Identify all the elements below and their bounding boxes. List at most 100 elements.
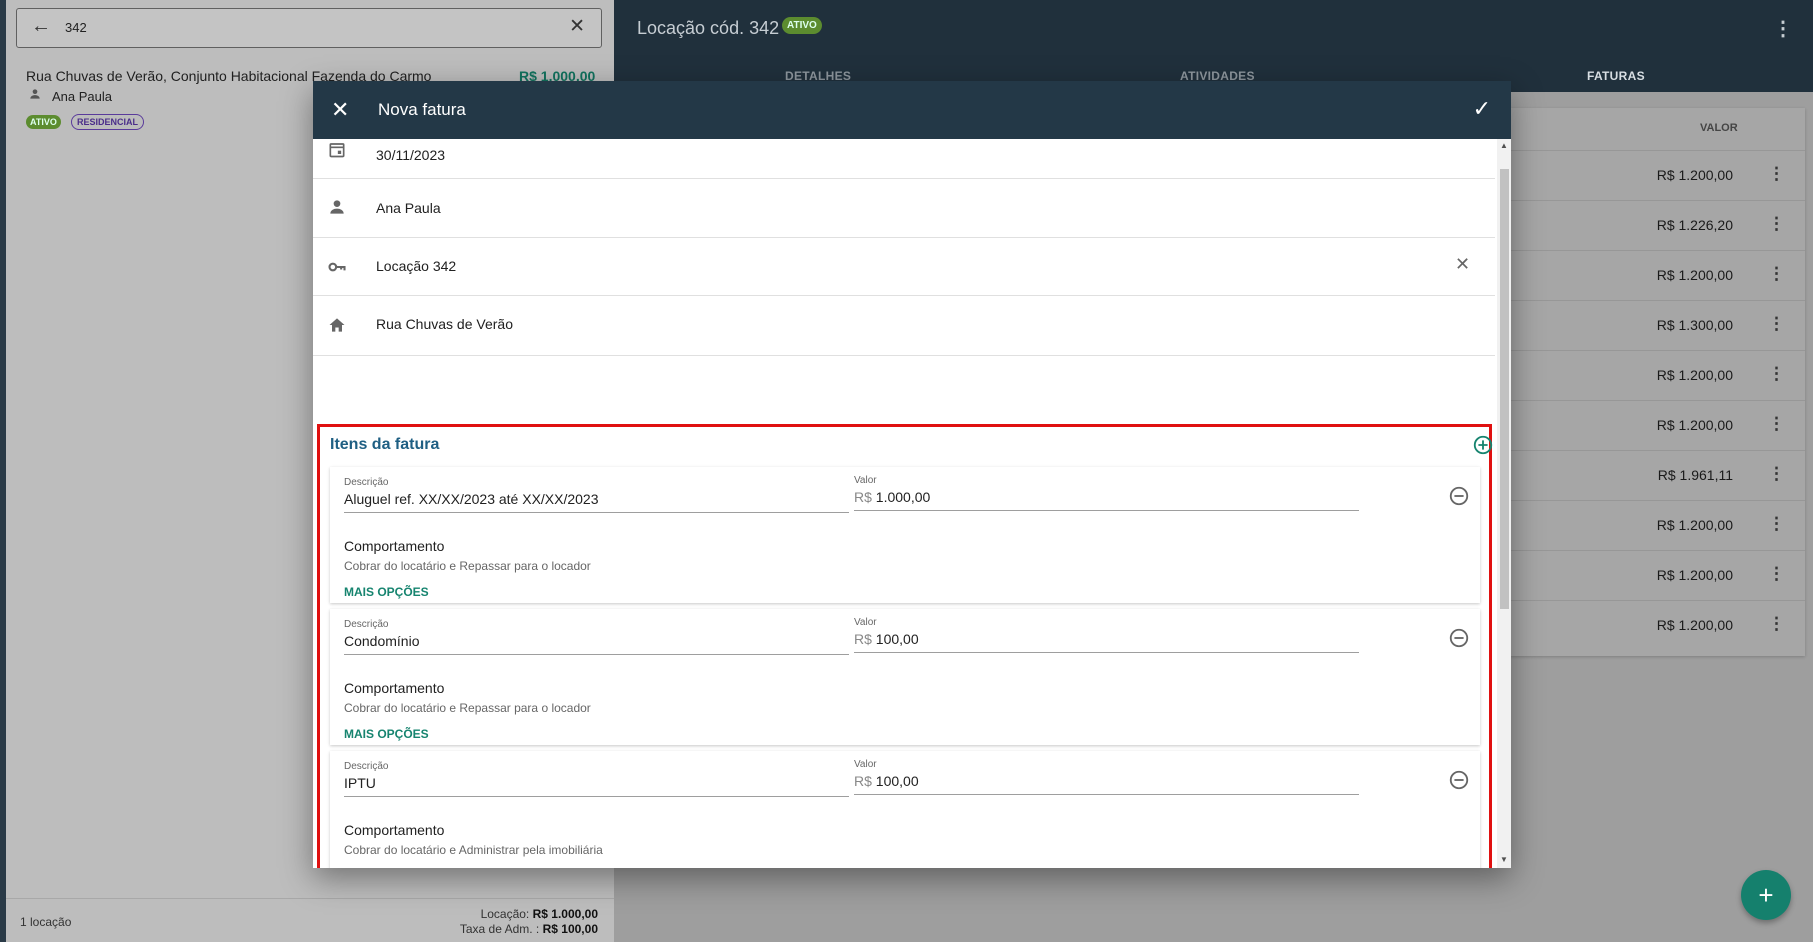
currency-prefix: R$ xyxy=(854,631,872,647)
date-value: 30/11/2023 xyxy=(376,147,446,163)
more-vert-icon[interactable]: ⋮ xyxy=(1768,264,1785,284)
remove-circle-icon[interactable] xyxy=(1448,485,1470,507)
valor-value: 100,00 xyxy=(875,631,919,647)
behavior-value: Cobrar do locatário e Repassar para o lo… xyxy=(344,559,591,573)
row-value: R$ 1.226,20 xyxy=(1656,217,1733,233)
check-icon[interactable]: ✓ xyxy=(1473,96,1491,122)
date-field[interactable]: 30/11/2023 xyxy=(313,139,1495,179)
invoice-item-card: Descrição IPTU Valor R$ 100,00 Comportam… xyxy=(330,751,1480,868)
calendar-icon xyxy=(329,143,345,158)
search-input[interactable]: 342 xyxy=(65,20,87,35)
locacao-label: Locação: xyxy=(480,907,530,921)
table-row[interactable]: R$ 1.200,00 ⋮ xyxy=(1510,350,1805,400)
dialog-scrollbar[interactable]: ▲ ▼ xyxy=(1497,139,1511,868)
more-options-button[interactable]: MAIS OPÇÕES xyxy=(344,585,429,599)
search-box[interactable]: ← 342 ✕ xyxy=(16,8,602,48)
home-icon xyxy=(329,318,345,332)
add-invoice-button[interactable]: + xyxy=(1741,870,1791,920)
description-label: Descrição xyxy=(344,761,389,772)
taxa-summary: Taxa de Adm. : R$ 100,00 xyxy=(460,922,598,936)
type-badge: RESIDENCIAL xyxy=(71,114,145,130)
close-icon[interactable]: ✕ xyxy=(331,97,349,123)
table-row[interactable]: R$ 1.200,00 ⋮ xyxy=(1510,500,1805,550)
contract-field[interactable]: Locação 342 ✕ xyxy=(313,238,1495,296)
more-vert-icon[interactable]: ⋮ xyxy=(1768,164,1785,184)
valor-label: Valor xyxy=(854,475,877,486)
valor-label: Valor xyxy=(854,617,877,628)
row-value: R$ 1.300,00 xyxy=(1656,317,1733,333)
description-label: Descrição xyxy=(344,619,389,630)
more-vert-icon[interactable]: ⋮ xyxy=(1768,364,1785,384)
column-header-valor: VALOR xyxy=(1700,122,1738,134)
table-row[interactable]: R$ 1.300,00 ⋮ xyxy=(1510,300,1805,350)
scroll-up-icon[interactable]: ▲ xyxy=(1500,141,1508,150)
more-vert-icon[interactable]: ⋮ xyxy=(1768,214,1785,234)
more-vert-icon[interactable]: ⋮ xyxy=(1768,514,1785,534)
table-row[interactable]: R$ 1.200,00 ⋮ xyxy=(1510,550,1805,600)
property-value: Rua Chuvas de Verão xyxy=(376,316,513,332)
row-value: R$ 1.200,00 xyxy=(1656,267,1733,283)
items-title: Itens da fatura xyxy=(330,436,440,453)
add-circle-icon[interactable] xyxy=(1472,434,1494,456)
row-value: R$ 1.200,00 xyxy=(1656,367,1733,383)
description-input[interactable]: Condomínio xyxy=(344,633,849,655)
invoices-table: VALOR R$ 1.200,00 ⋮ R$ 1.226,20 ⋮ R$ 1.200… xyxy=(1510,108,1805,656)
scroll-down-icon[interactable]: ▼ xyxy=(1500,855,1508,864)
more-vert-icon[interactable]: ⋮ xyxy=(1768,564,1785,584)
valor-input[interactable]: R$ 100,00 xyxy=(854,773,1359,795)
result-person: Ana Paula xyxy=(52,89,112,104)
table-row[interactable]: R$ 1.226,20 ⋮ xyxy=(1510,200,1805,250)
more-vert-icon[interactable]: ⋮ xyxy=(1768,414,1785,434)
list-footer: 1 locação Locação: R$ 1.000,00 Taxa de A… xyxy=(6,898,614,942)
taxa-value: R$ 100,00 xyxy=(542,922,598,936)
description-label: Descrição xyxy=(344,477,389,488)
detail-title: Locação cód. 342 xyxy=(637,18,780,38)
valor-value: 1.000,00 xyxy=(875,489,931,505)
add-icon: + xyxy=(1758,880,1774,910)
more-vert-icon[interactable]: ⋮ xyxy=(1773,16,1793,41)
table-row[interactable]: R$ 1.200,00 ⋮ xyxy=(1510,250,1805,300)
dialog-body: 30/11/2023 Ana Paula Locação 342 ✕ Rua C… xyxy=(313,139,1495,868)
row-value: R$ 1.200,00 xyxy=(1656,617,1733,633)
row-value: R$ 1.200,00 xyxy=(1656,417,1733,433)
invoice-items-section: Itens da fatura Descrição Aluguel ref. X… xyxy=(317,424,1494,868)
row-value: R$ 1.200,00 xyxy=(1656,567,1733,583)
remove-circle-icon[interactable] xyxy=(1448,627,1470,649)
close-icon[interactable]: ✕ xyxy=(1455,254,1470,275)
table-row[interactable]: R$ 1.200,00 ⋮ xyxy=(1510,600,1805,650)
tab-faturas[interactable]: FATURAS xyxy=(1587,69,1645,83)
detail-header: Locação cód. 342 ATIVO ⋮ DETALHES ATIVID… xyxy=(614,0,1813,92)
property-field[interactable]: Rua Chuvas de Verão xyxy=(313,296,1495,356)
invoice-item-card: Descrição Condomínio Valor R$ 100,00 Com… xyxy=(330,609,1480,745)
locacao-value: R$ 1.000,00 xyxy=(532,907,598,921)
dialog-title: Nova fatura xyxy=(378,100,466,119)
result-count: 1 locação xyxy=(20,915,72,929)
row-value: R$ 1.200,00 xyxy=(1656,517,1733,533)
more-vert-icon[interactable]: ⋮ xyxy=(1768,464,1785,484)
behavior-value: Cobrar do locatário e Administrar pela i… xyxy=(344,843,603,857)
status-badge: ATIVO xyxy=(26,115,61,129)
currency-prefix: R$ xyxy=(854,489,872,505)
scrollbar-thumb[interactable] xyxy=(1500,169,1509,609)
valor-value: 100,00 xyxy=(875,773,919,789)
table-row[interactable]: R$ 1.200,00 ⋮ xyxy=(1510,150,1805,200)
new-invoice-dialog: ✕ Nova fatura ✓ 30/11/2023 Ana Paula Loc… xyxy=(313,81,1511,868)
person-field[interactable]: Ana Paula xyxy=(313,179,1495,238)
behavior-value: Cobrar do locatário e Repassar para o lo… xyxy=(344,701,591,715)
more-vert-icon[interactable]: ⋮ xyxy=(1768,614,1785,634)
taxa-label: Taxa de Adm. : xyxy=(459,922,540,936)
table-row[interactable]: R$ 1.200,00 ⋮ xyxy=(1510,400,1805,450)
description-input[interactable]: Aluguel ref. XX/XX/2023 até XX/XX/2023 xyxy=(344,491,849,513)
behavior-label: Comportamento xyxy=(344,680,445,696)
description-input[interactable]: IPTU xyxy=(344,775,849,797)
arrow-left-icon[interactable]: ← xyxy=(31,15,51,38)
more-vert-icon[interactable]: ⋮ xyxy=(1768,314,1785,334)
left-edge-strip xyxy=(0,0,6,942)
more-options-button[interactable]: MAIS OPÇÕES xyxy=(344,727,429,741)
remove-circle-icon[interactable] xyxy=(1448,769,1470,791)
valor-input[interactable]: R$ 100,00 xyxy=(854,631,1359,653)
valor-label: Valor xyxy=(854,759,877,770)
table-row[interactable]: R$ 1.961,11 ⋮ xyxy=(1510,450,1805,500)
valor-input[interactable]: R$ 1.000,00 xyxy=(854,489,1359,511)
close-icon[interactable]: ✕ xyxy=(569,15,585,38)
